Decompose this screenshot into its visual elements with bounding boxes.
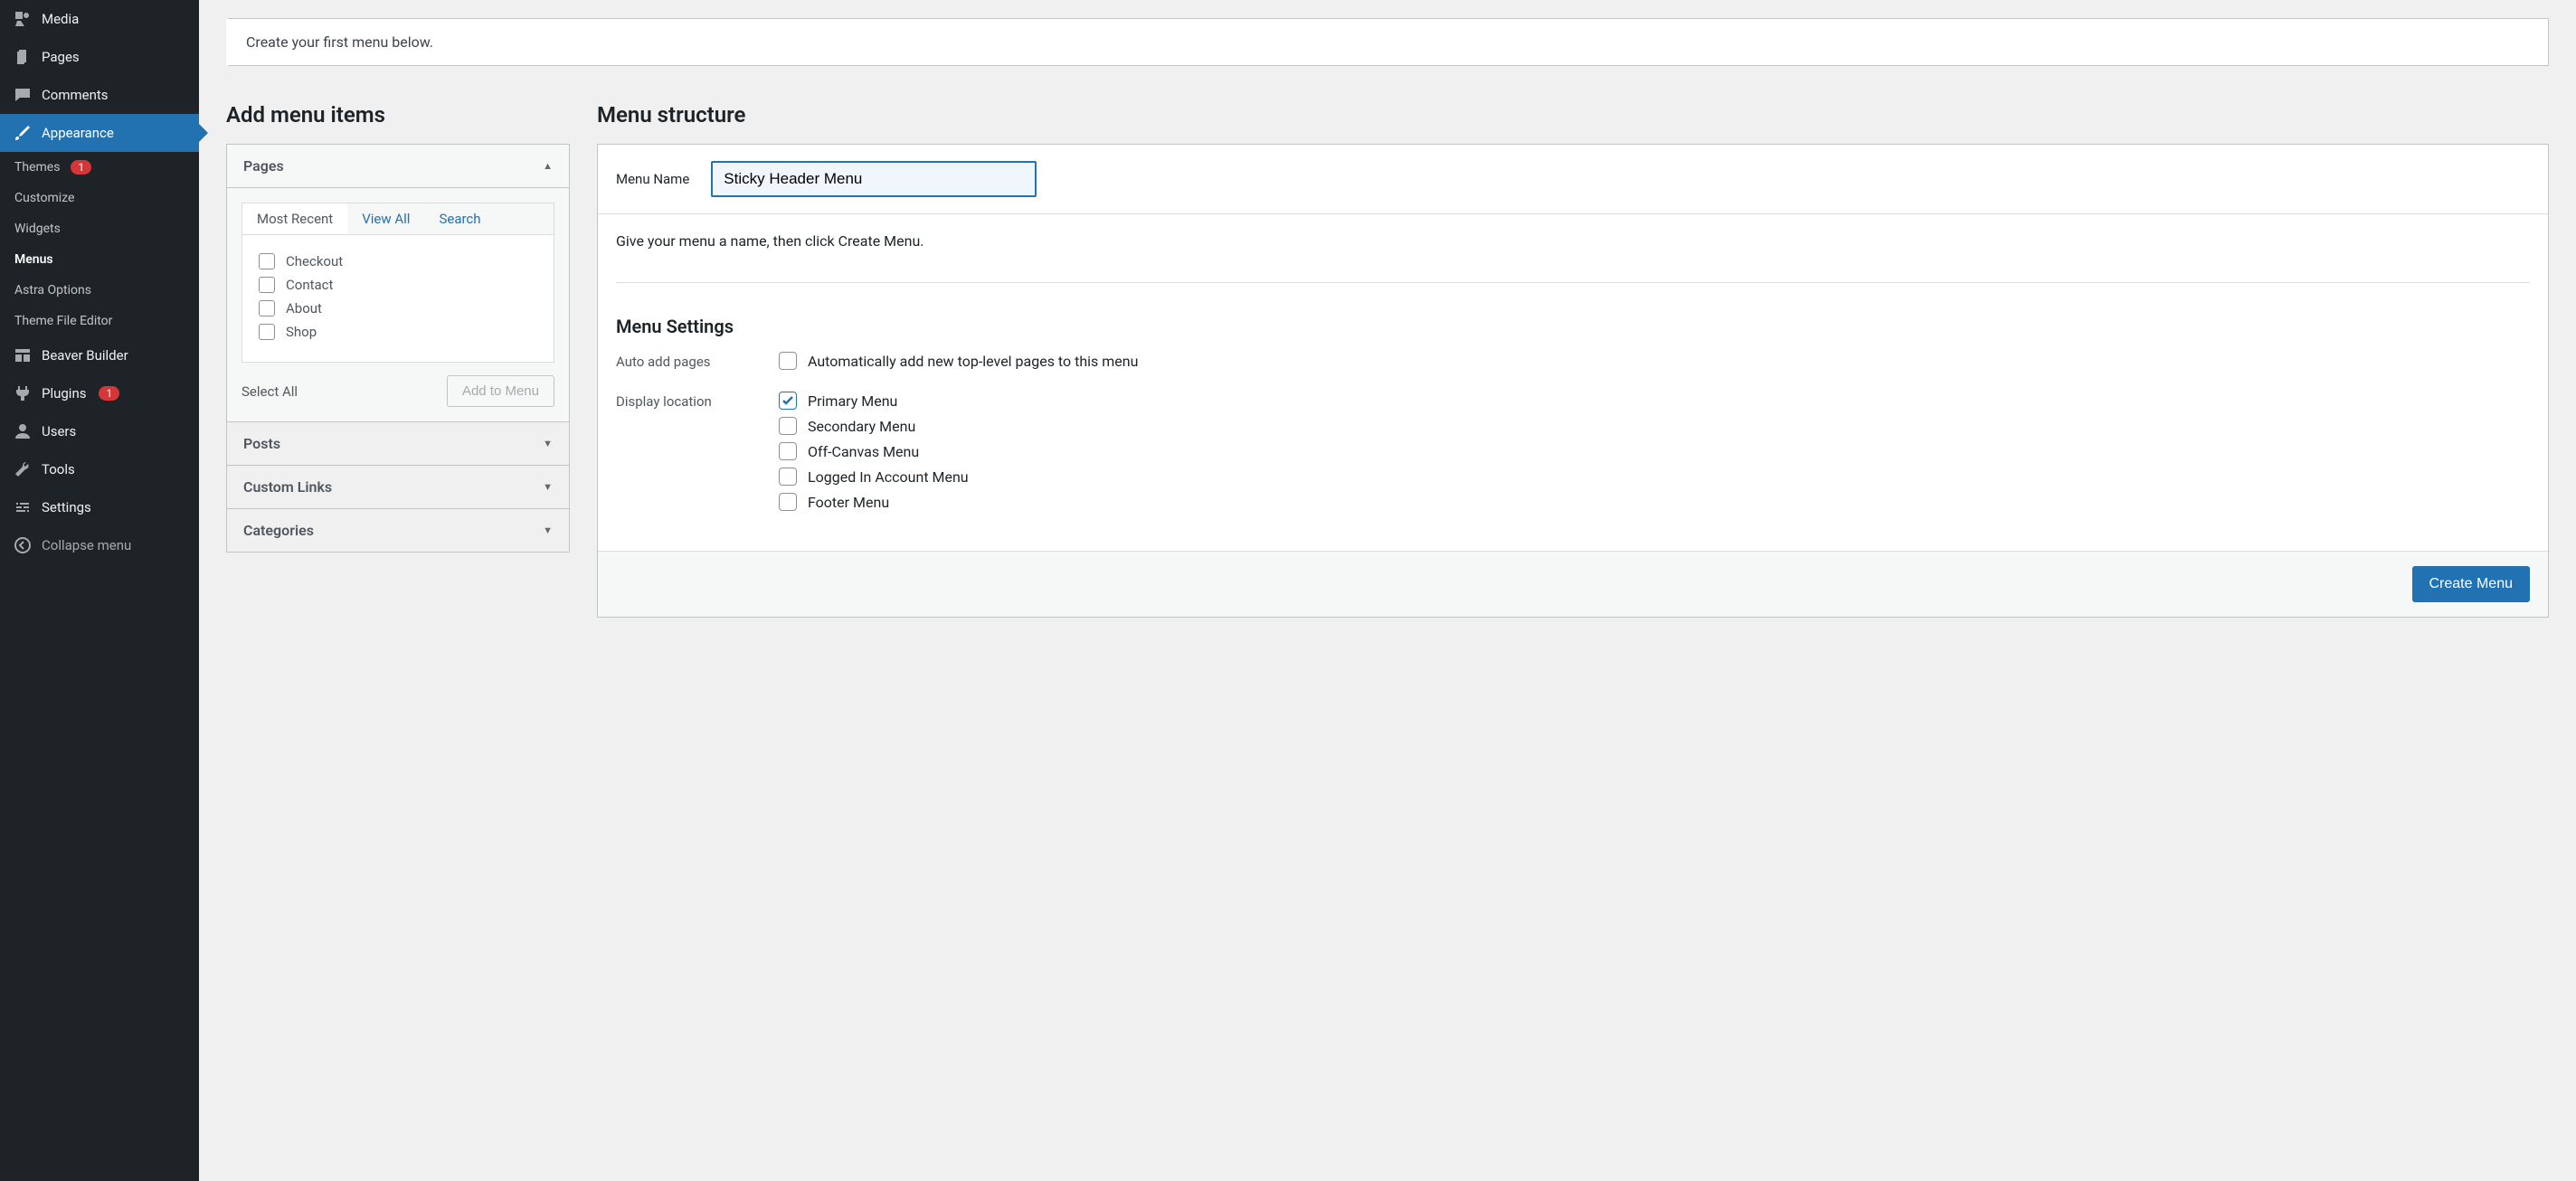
accordion-head-posts[interactable]: Posts▼ <box>227 422 569 465</box>
checkbox[interactable] <box>779 352 797 370</box>
location-checkbox-row[interactable]: Secondary Menu <box>779 417 969 435</box>
menu-name-label: Menu Name <box>616 171 689 187</box>
accordion-head-pages[interactable]: Pages ▲ <box>227 145 569 188</box>
location-checkbox-row[interactable]: Footer Menu <box>779 493 969 511</box>
checkbox[interactable] <box>779 468 797 486</box>
chevron-down-icon: ▼ <box>543 481 553 493</box>
badge-count: 1 <box>99 386 119 401</box>
sidebar-label: Users <box>42 423 76 439</box>
add-to-menu-button[interactable]: Add to Menu <box>447 375 554 407</box>
accordion-posts: Posts▼ <box>226 422 570 466</box>
sidebar-collapse[interactable]: Collapse menu <box>0 526 199 564</box>
menu-settings-heading: Menu Settings <box>616 282 2530 337</box>
sidebar-label: Pages <box>42 49 80 65</box>
sidebar-item-tools[interactable]: Tools <box>0 450 199 488</box>
chevron-up-icon: ▲ <box>543 160 553 172</box>
auto-add-checkbox-row[interactable]: Automatically add new top-level pages to… <box>779 352 1138 370</box>
auto-add-label: Auto add pages <box>616 352 743 370</box>
builder-icon <box>13 345 33 365</box>
menu-name-input[interactable] <box>711 161 1037 197</box>
plugin-icon <box>13 383 33 403</box>
chevron-down-icon: ▼ <box>543 438 553 449</box>
checkbox[interactable] <box>779 417 797 435</box>
checkbox[interactable] <box>259 324 275 340</box>
accordion-head-custom-links[interactable]: Custom Links▼ <box>227 466 569 508</box>
wrench-icon <box>13 459 33 479</box>
brush-icon <box>13 123 33 143</box>
create-menu-button[interactable]: Create Menu <box>2412 566 2531 602</box>
location-checkbox-row[interactable]: Logged In Account Menu <box>779 468 969 486</box>
sidebar-sub-theme-file-editor[interactable]: Theme File Editor <box>0 306 199 336</box>
checkbox[interactable] <box>779 442 797 460</box>
chevron-down-icon: ▼ <box>543 524 553 536</box>
main-content: Create your first menu below. Add menu i… <box>199 0 2576 1181</box>
select-all-link[interactable]: Select All <box>242 383 298 400</box>
info-text: Give your menu a name, then click Create… <box>616 232 2530 250</box>
sidebar-sub-customize[interactable]: Customize <box>0 183 199 213</box>
badge-count: 1 <box>71 160 91 175</box>
checkbox[interactable] <box>259 300 275 317</box>
sidebar-item-media[interactable]: Media <box>0 0 199 38</box>
sidebar-item-beaver[interactable]: Beaver Builder <box>0 336 199 374</box>
list-item[interactable]: Contact <box>259 273 537 297</box>
tab-view-all[interactable]: View All <box>347 203 424 234</box>
sidebar-label: Media <box>42 11 79 27</box>
sidebar-label: Settings <box>42 499 91 515</box>
sidebar-item-plugins[interactable]: Plugins 1 <box>0 374 199 412</box>
menu-structure-panel: Menu Name Give your menu a name, then cl… <box>597 144 2549 618</box>
display-location-label: Display location <box>616 392 743 410</box>
accordion-custom-links: Custom Links▼ <box>226 466 570 509</box>
list-item[interactable]: Checkout <box>259 250 537 273</box>
accordion-categories: Categories▼ <box>226 509 570 553</box>
sidebar-item-settings[interactable]: Settings <box>0 488 199 526</box>
sidebar-item-users[interactable]: Users <box>0 412 199 450</box>
sidebar-item-pages[interactable]: Pages <box>0 38 199 76</box>
sidebar-label: Comments <box>42 87 109 103</box>
sidebar-sub-menus[interactable]: Menus <box>0 244 199 275</box>
checkbox[interactable] <box>259 277 275 293</box>
list-item[interactable]: Shop <box>259 320 537 344</box>
accordion-head-categories[interactable]: Categories▼ <box>227 509 569 552</box>
pages-icon <box>13 47 33 67</box>
add-items-heading: Add menu items <box>226 102 570 128</box>
sidebar-label: Appearance <box>42 125 114 141</box>
comments-icon <box>13 85 33 105</box>
checkbox[interactable] <box>779 493 797 511</box>
accordion-pages: Pages ▲ Most Recent View All Search Chec… <box>226 144 570 422</box>
pages-list: Checkout Contact About Shop <box>242 235 554 363</box>
sidebar-sub-widgets[interactable]: Widgets <box>0 213 199 244</box>
location-checkbox-row[interactable]: Primary Menu <box>779 392 969 410</box>
sidebar-label: Tools <box>42 461 75 477</box>
sidebar-label: Beaver Builder <box>42 347 128 364</box>
media-icon <box>13 9 33 29</box>
list-item[interactable]: About <box>259 297 537 320</box>
tab-most-recent[interactable]: Most Recent <box>242 203 347 234</box>
collapse-icon <box>13 535 33 555</box>
sidebar-sub-themes[interactable]: Themes 1 <box>0 152 199 183</box>
checkbox[interactable] <box>259 253 275 269</box>
sidebar-label: Collapse menu <box>42 537 131 553</box>
admin-sidebar: Media Pages Comments Appearance Themes 1… <box>0 0 199 1181</box>
notice-box: Create your first menu below. <box>226 18 2549 66</box>
sidebar-item-comments[interactable]: Comments <box>0 76 199 114</box>
tabs: Most Recent View All Search <box>242 203 554 235</box>
location-checkbox-row[interactable]: Off-Canvas Menu <box>779 442 969 460</box>
sidebar-sub-astra[interactable]: Astra Options <box>0 275 199 306</box>
structure-heading: Menu structure <box>597 102 2549 128</box>
sidebar-item-appearance[interactable]: Appearance <box>0 114 199 152</box>
user-icon <box>13 421 33 441</box>
sidebar-label: Plugins <box>42 385 86 402</box>
settings-icon <box>13 497 33 517</box>
checkbox[interactable] <box>779 392 797 410</box>
tab-search[interactable]: Search <box>424 203 495 234</box>
